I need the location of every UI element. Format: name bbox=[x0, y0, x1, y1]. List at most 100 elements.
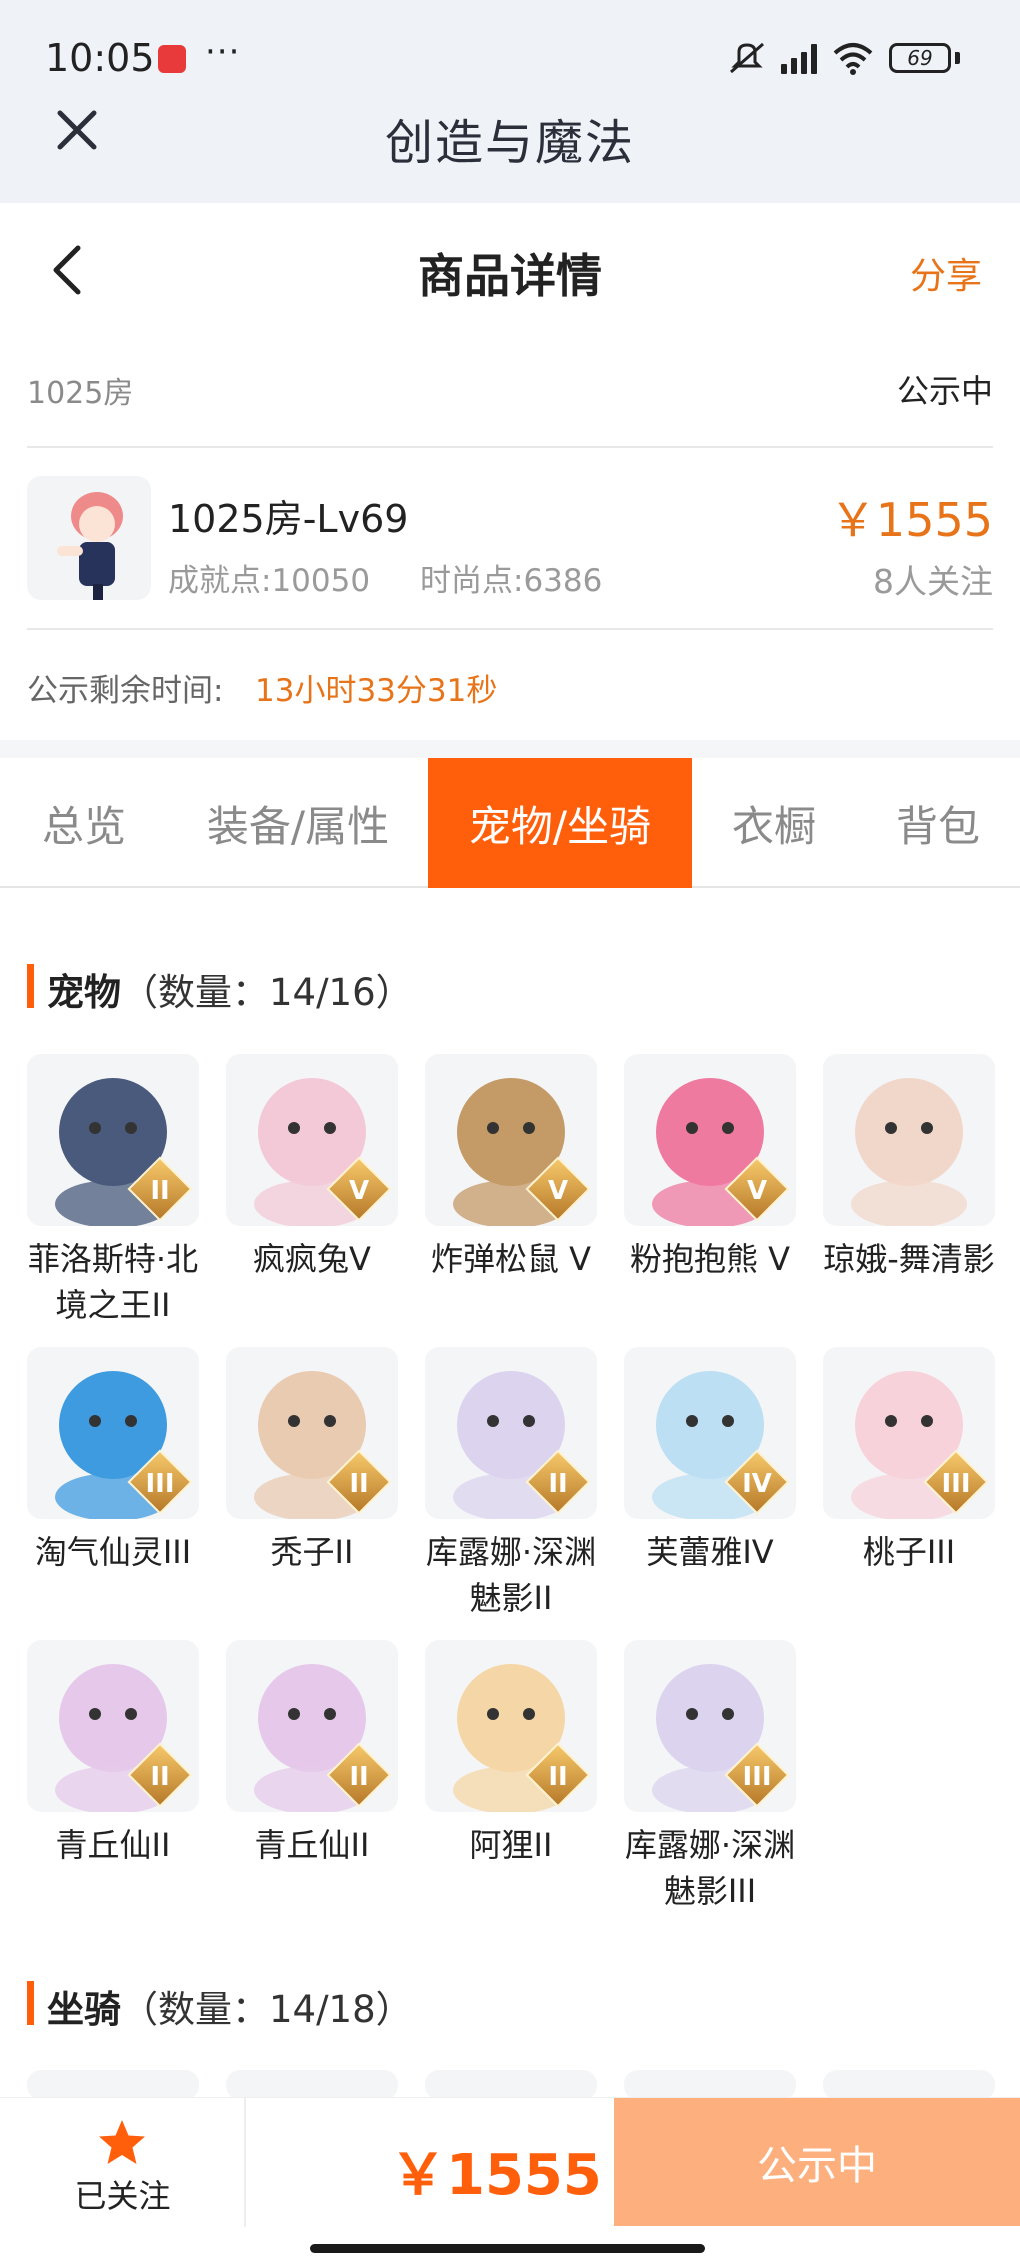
pet-item[interactable]: II 阿狸II bbox=[425, 1640, 597, 1868]
listing-price: ￥1555 bbox=[829, 493, 993, 547]
mount-tile[interactable] bbox=[425, 2070, 597, 2100]
pet-name: 秃子II bbox=[270, 1533, 354, 1571]
tab-wardrobe[interactable]: 衣橱 bbox=[692, 758, 856, 888]
rank-label: II bbox=[548, 1469, 568, 1499]
pet-item[interactable]: III 桃子III bbox=[823, 1347, 995, 1575]
pet-tile: II bbox=[226, 1347, 398, 1519]
pet-name: 疯疯兔V bbox=[253, 1240, 371, 1278]
rank-label: II bbox=[150, 1176, 170, 1206]
room-label: 1025房 bbox=[27, 376, 134, 411]
pet-name: 粉抱抱熊 V bbox=[629, 1240, 791, 1278]
rank-label: III bbox=[941, 1469, 971, 1499]
pet-item[interactable]: 琼娥-舞清影 bbox=[823, 1054, 995, 1282]
rank-label: IV bbox=[742, 1469, 772, 1499]
battery-icon: 69 bbox=[889, 43, 951, 73]
character-image bbox=[57, 492, 123, 600]
pet-name: 淘气仙灵III bbox=[34, 1533, 192, 1571]
battery-tip bbox=[955, 52, 960, 64]
pet-tile: III bbox=[27, 1347, 199, 1519]
follow-label[interactable]: 已关注 bbox=[0, 2171, 245, 2217]
pet-name: 琼娥-舞清影 bbox=[823, 1240, 995, 1278]
signal-icon bbox=[781, 42, 817, 74]
mute-icon bbox=[730, 42, 764, 74]
mount-tile[interactable] bbox=[226, 2070, 398, 2100]
pet-name: 库露娜·深渊魅影II bbox=[425, 1533, 597, 1617]
rank-label: II bbox=[349, 1469, 369, 1499]
section-gap bbox=[0, 740, 1020, 758]
pet-item[interactable]: II 菲洛斯特·北境之王II bbox=[27, 1054, 199, 1328]
pet-item[interactable]: II 青丘仙II bbox=[27, 1640, 199, 1868]
divider bbox=[27, 628, 993, 630]
section-marker bbox=[27, 964, 34, 1008]
star-icon[interactable] bbox=[96, 2117, 148, 2169]
tab-pets-mounts[interactable]: 宠物/坐骑 bbox=[428, 758, 692, 888]
remaining-time-label: 公示剩余时间: bbox=[27, 673, 224, 709]
pet-item[interactable]: III 库露娜·深渊魅影III bbox=[624, 1640, 796, 1914]
rank-label: II bbox=[150, 1762, 170, 1792]
share-button[interactable]: 分享 bbox=[910, 247, 982, 299]
pet-name: 库露娜·深渊魅影III bbox=[624, 1826, 796, 1910]
pet-item[interactable]: IV 芙蕾雅IV bbox=[624, 1347, 796, 1575]
pet-tile: V bbox=[624, 1054, 796, 1226]
pets-section-title: 宠物（数量：14/16） bbox=[47, 962, 413, 1016]
notification-icon bbox=[158, 45, 186, 73]
pet-tile: III bbox=[823, 1347, 995, 1519]
mount-tile[interactable] bbox=[624, 2070, 796, 2100]
pet-tile: V bbox=[226, 1054, 398, 1226]
achievement-points: 成就点:10050 bbox=[168, 563, 371, 599]
divider bbox=[244, 2097, 246, 2227]
rank-label: II bbox=[548, 1762, 568, 1792]
character-avatar bbox=[27, 476, 151, 600]
pet-tile bbox=[823, 1054, 995, 1226]
pet-item[interactable]: II 库露娜·深渊魅影II bbox=[425, 1347, 597, 1621]
pet-name: 芙蕾雅IV bbox=[646, 1533, 774, 1571]
pet-item[interactable]: II 青丘仙II bbox=[226, 1640, 398, 1868]
pet-tile: IV bbox=[624, 1347, 796, 1519]
tab-overview[interactable]: 总览 bbox=[0, 758, 168, 888]
pet-name: 炸弹松鼠 V bbox=[430, 1240, 592, 1278]
pet-item[interactable]: II 秃子II bbox=[226, 1347, 398, 1575]
status-time: 10:05 bbox=[45, 36, 155, 80]
rank-label: III bbox=[145, 1469, 175, 1499]
fashion-points: 时尚点:6386 bbox=[420, 563, 603, 599]
pet-item[interactable]: V 炸弹松鼠 V bbox=[425, 1054, 597, 1282]
follower-count: 8人关注 bbox=[873, 562, 993, 601]
pet-image bbox=[851, 1078, 967, 1226]
app-title: 创造与魔法 bbox=[384, 115, 635, 171]
pet-name: 青丘仙II bbox=[55, 1826, 171, 1864]
rank-label: V bbox=[547, 1176, 569, 1206]
listing-name: 1025房-Lv69 bbox=[168, 497, 409, 541]
bottom-price: ￥1555 bbox=[390, 2143, 602, 2208]
pet-item[interactable]: V 疯疯兔V bbox=[226, 1054, 398, 1282]
listing-status: 公示中 bbox=[896, 372, 993, 410]
rank-label: V bbox=[348, 1176, 370, 1206]
pets-count: （数量：14/16） bbox=[121, 971, 413, 1014]
pets-title: 宠物 bbox=[47, 971, 121, 1014]
pet-item[interactable]: V 粉抱抱熊 V bbox=[624, 1054, 796, 1282]
more-notifications-icon: ··· bbox=[205, 32, 241, 72]
pet-tile: II bbox=[425, 1640, 597, 1812]
status-button[interactable]: 公示中 bbox=[614, 2098, 1020, 2226]
status-icons: 69 bbox=[727, 40, 960, 76]
mounts-section-title: 坐骑（数量：14/18） bbox=[47, 1979, 413, 2033]
rank-label: II bbox=[349, 1762, 369, 1792]
pet-tile: II bbox=[226, 1640, 398, 1812]
section-marker bbox=[27, 1981, 34, 2025]
pet-tile: V bbox=[425, 1054, 597, 1226]
pet-tile: II bbox=[27, 1054, 199, 1226]
pet-name: 桃子III bbox=[862, 1533, 956, 1571]
pet-name: 青丘仙II bbox=[254, 1826, 370, 1864]
pet-tile: II bbox=[27, 1640, 199, 1812]
page-title: 商品详情 bbox=[418, 249, 602, 303]
pet-name: 菲洛斯特·北境之王II bbox=[27, 1240, 199, 1324]
rank-label: V bbox=[746, 1176, 768, 1206]
tab-equipment[interactable]: 装备/属性 bbox=[168, 758, 428, 888]
mount-tile[interactable] bbox=[823, 2070, 995, 2100]
remaining-time-value: 13小时33分31秒 bbox=[255, 673, 498, 709]
tab-bar: 总览 装备/属性 宠物/坐骑 衣橱 背包 bbox=[0, 758, 1020, 888]
pet-item[interactable]: III 淘气仙灵III bbox=[27, 1347, 199, 1575]
wifi-icon bbox=[833, 43, 873, 75]
tab-backpack[interactable]: 背包 bbox=[856, 758, 1020, 888]
mount-tile[interactable] bbox=[27, 2070, 199, 2100]
home-indicator bbox=[310, 2244, 705, 2253]
